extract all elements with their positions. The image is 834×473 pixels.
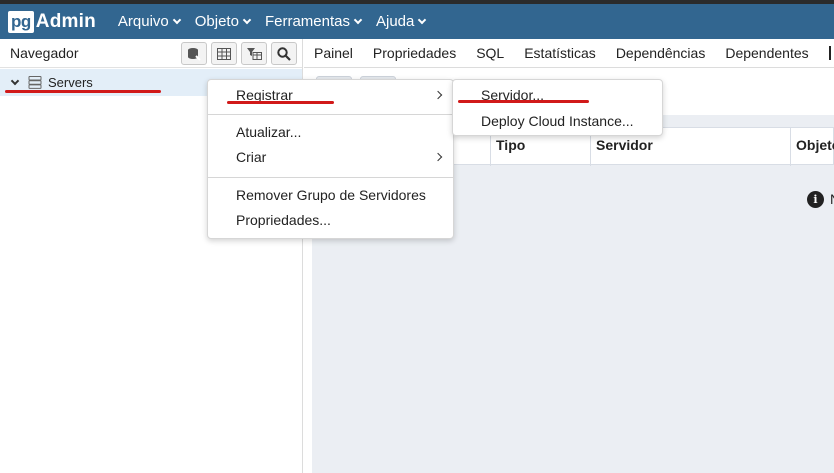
menu-label: Ferramentas: [264, 13, 350, 30]
search-icon: [277, 46, 291, 61]
tab-sql[interactable]: SQL: [476, 45, 504, 61]
chevron-down-icon: [418, 15, 427, 24]
tab-estatisticas[interactable]: Estatísticas: [524, 45, 596, 61]
info-icon: i: [807, 191, 824, 208]
query-tool-icon: [188, 47, 201, 61]
tab-dependencias[interactable]: Dependências: [616, 45, 706, 61]
chevron-down-icon: [242, 15, 252, 24]
view-data-button[interactable]: [211, 42, 237, 65]
chevron-right-icon: [433, 152, 443, 162]
menu-item-servidor[interactable]: Servidor...: [453, 83, 662, 107]
menu-item-label: Atualizar...: [236, 124, 302, 140]
menu-item-remover-grupo[interactable]: Remover Grupo de Servidores: [208, 183, 453, 207]
tab-propriedades[interactable]: Propriedades: [373, 45, 456, 61]
menu-objeto[interactable]: Objeto: [194, 13, 252, 30]
logo-badge: pg: [8, 10, 34, 33]
tree-node-label: Servers: [48, 75, 93, 90]
view-data-icon: [217, 47, 231, 60]
browser-title: Navegador: [10, 45, 79, 61]
annotation-underline: [458, 100, 589, 103]
menu-item-criar[interactable]: Criar: [208, 145, 453, 169]
menu-item-atualizar[interactable]: Atualizar...: [208, 120, 453, 144]
menu-ajuda[interactable]: Ajuda: [375, 13, 427, 30]
menu-label: Arquivo: [117, 13, 169, 30]
register-submenu: Servidor... Deploy Cloud Instance...: [452, 79, 663, 136]
filtered-rows-button[interactable]: [241, 42, 267, 65]
servers-icon: [28, 76, 42, 89]
search-objects-button[interactable]: [271, 42, 297, 65]
browser-header: Navegador: [0, 39, 302, 68]
filtered-rows-icon: [246, 48, 262, 60]
browser-toolbar: [177, 42, 297, 65]
pgadmin-logo[interactable]: pg Admin: [8, 4, 96, 39]
annotation-underline: [5, 90, 161, 93]
menu-ferramentas[interactable]: Ferramentas: [264, 13, 363, 30]
menu-item-label: Criar: [236, 149, 267, 165]
menu-divider: [208, 177, 453, 178]
menu-divider: [208, 114, 453, 115]
main-tabs: Painel Propriedades SQL Estatísticas Dep…: [304, 39, 834, 68]
chevron-down-icon: [353, 15, 363, 24]
menu-item-propriedades[interactable]: Propriedades...: [208, 208, 453, 232]
menu-item-label: Remover Grupo de Servidores: [236, 187, 426, 203]
query-tool-button[interactable]: [181, 42, 207, 65]
tab-painel[interactable]: Painel: [314, 45, 353, 61]
chevron-down-icon[interactable]: [10, 76, 20, 86]
context-menu: Registrar Atualizar... Criar Remover Gru…: [207, 79, 454, 239]
menu-item-label: Deploy Cloud Instance...: [481, 113, 634, 129]
tab-overflow[interactable]: [828, 46, 833, 60]
info-message: N: [830, 191, 834, 207]
tab-dependentes[interactable]: Dependentes: [725, 45, 808, 61]
chevron-down-icon: [172, 15, 181, 24]
menu-label: Objeto: [194, 13, 239, 30]
logo-text: Admin: [35, 10, 96, 32]
top-navbar: pg Admin Arquivo Objeto Ferramentas Ajud…: [0, 4, 834, 39]
menu-arquivo[interactable]: Arquivo: [117, 13, 181, 30]
column-header-objeto[interactable]: Objeto: [790, 128, 834, 166]
annotation-underline: [227, 101, 334, 104]
menu-item-label: Propriedades...: [236, 212, 331, 228]
menu-item-deploy-cloud[interactable]: Deploy Cloud Instance...: [453, 109, 662, 133]
chevron-right-icon: [433, 90, 443, 100]
menu-label: Ajuda: [375, 13, 415, 30]
main-menu: Arquivo Objeto Ferramentas Ajuda: [118, 13, 440, 30]
